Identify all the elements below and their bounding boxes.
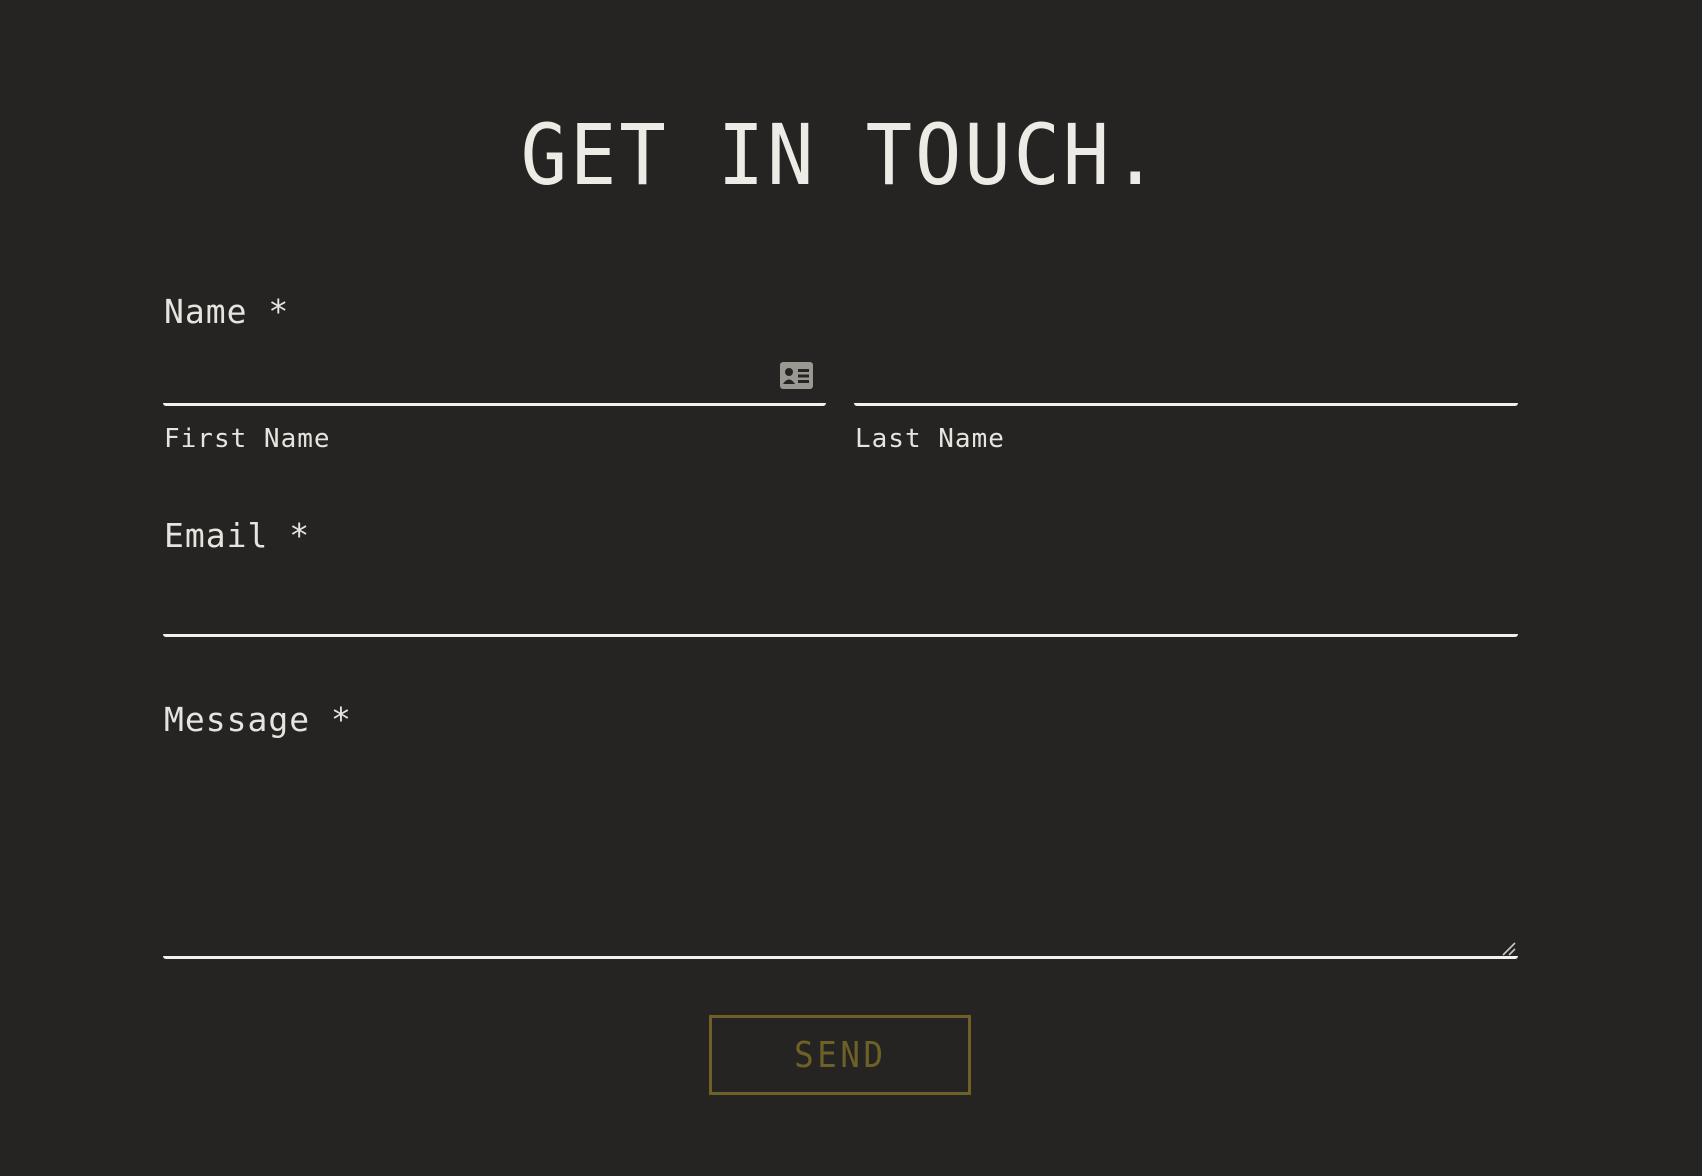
last-name-input[interactable] <box>854 364 1518 406</box>
name-field-label: Name * <box>164 292 290 331</box>
message-textarea[interactable] <box>163 750 1518 959</box>
first-name-label: First Name <box>164 424 331 454</box>
page-title: GET IN TOUCH. <box>520 106 1162 204</box>
send-button-label: SEND <box>793 1034 887 1076</box>
email-field-label: Email * <box>164 516 311 555</box>
send-button[interactable]: SEND <box>709 1015 971 1095</box>
contact-card-icon[interactable] <box>780 362 813 389</box>
message-field-label: Message * <box>164 700 352 739</box>
last-name-label: Last Name <box>855 424 1005 454</box>
email-input[interactable] <box>163 595 1518 637</box>
first-name-input[interactable] <box>163 364 826 406</box>
resize-grip-icon[interactable] <box>1500 940 1516 956</box>
